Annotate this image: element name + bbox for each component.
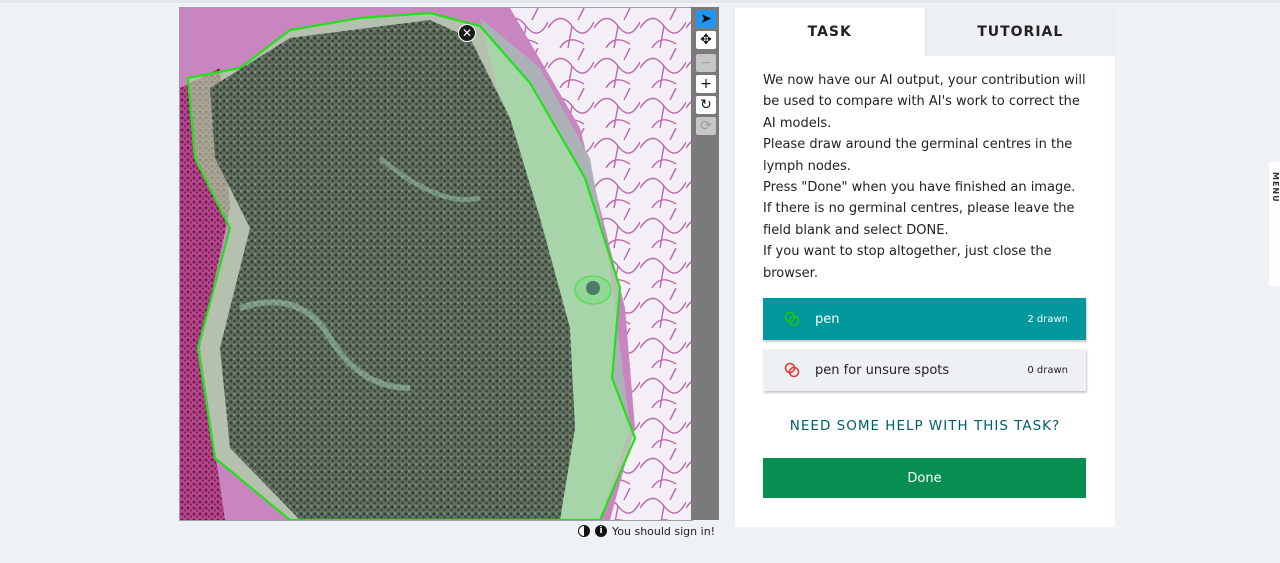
zoom-in-icon[interactable]: +: [696, 75, 716, 93]
instruction-line: Press "Done" when you have finished an i…: [763, 180, 1076, 196]
task-panel: TASK TUTORIAL We now have our AI output,…: [735, 8, 1115, 527]
help-link[interactable]: NEED SOME HELP WITH THIS TASK?: [735, 418, 1115, 434]
instruction-line: If you want to stop altogether, just clo…: [763, 244, 1052, 281]
tab-task[interactable]: TASK: [735, 8, 925, 56]
unsure-pen-tool-button[interactable]: pen for unsure spots 0 drawn: [763, 349, 1086, 391]
contrast-icon[interactable]: [578, 525, 590, 537]
side-menu-tab[interactable]: MENU: [1269, 162, 1280, 286]
sign-in-notice: You should sign in!: [612, 524, 716, 538]
instruction-line: If there is no germinal centres, please …: [763, 201, 1075, 238]
tissue-image: [180, 8, 692, 520]
top-border: [0, 0, 1280, 3]
pen-tool-count: 2 drawn: [1027, 313, 1068, 325]
pan-move-icon[interactable]: ✥: [696, 31, 716, 49]
panel-tabs: TASK TUTORIAL: [735, 8, 1115, 56]
select-pointer-icon[interactable]: ➤: [696, 10, 716, 28]
side-menu-label: MENU: [1271, 172, 1280, 203]
info-icon[interactable]: i: [595, 525, 607, 537]
subject-image[interactable]: ✕: [179, 7, 693, 521]
unsure-pen-label: pen for unsure spots: [815, 362, 950, 378]
pen-tool-icon: [783, 309, 803, 329]
pen-tool-button[interactable]: pen 2 drawn: [763, 298, 1086, 340]
instruction-line: We now have our AI output, your contribu…: [763, 73, 1086, 131]
zoom-out-icon[interactable]: −: [696, 54, 716, 72]
task-instructions: We now have our AI output, your contribu…: [763, 70, 1093, 284]
instruction-line: Please draw around the germinal centres …: [763, 137, 1073, 174]
viewer-toolbar: ➤ ✥ − + ↻ ⟳: [691, 7, 719, 520]
reset-view-icon[interactable]: ⟳: [696, 117, 716, 135]
tab-tutorial[interactable]: TUTORIAL: [924, 8, 1115, 56]
pen-tool-label: pen: [815, 311, 840, 327]
delete-annotation-icon[interactable]: ✕: [458, 24, 476, 42]
done-button[interactable]: Done: [763, 458, 1086, 498]
unsure-pen-icon: [783, 360, 803, 380]
rotate-icon[interactable]: ↻: [696, 96, 716, 114]
viewer-status: i You should sign in!: [578, 523, 715, 539]
image-viewer: ✕ ➤ ✥ − + ↻ ⟳: [179, 7, 720, 521]
unsure-pen-count: 0 drawn: [1027, 364, 1068, 376]
